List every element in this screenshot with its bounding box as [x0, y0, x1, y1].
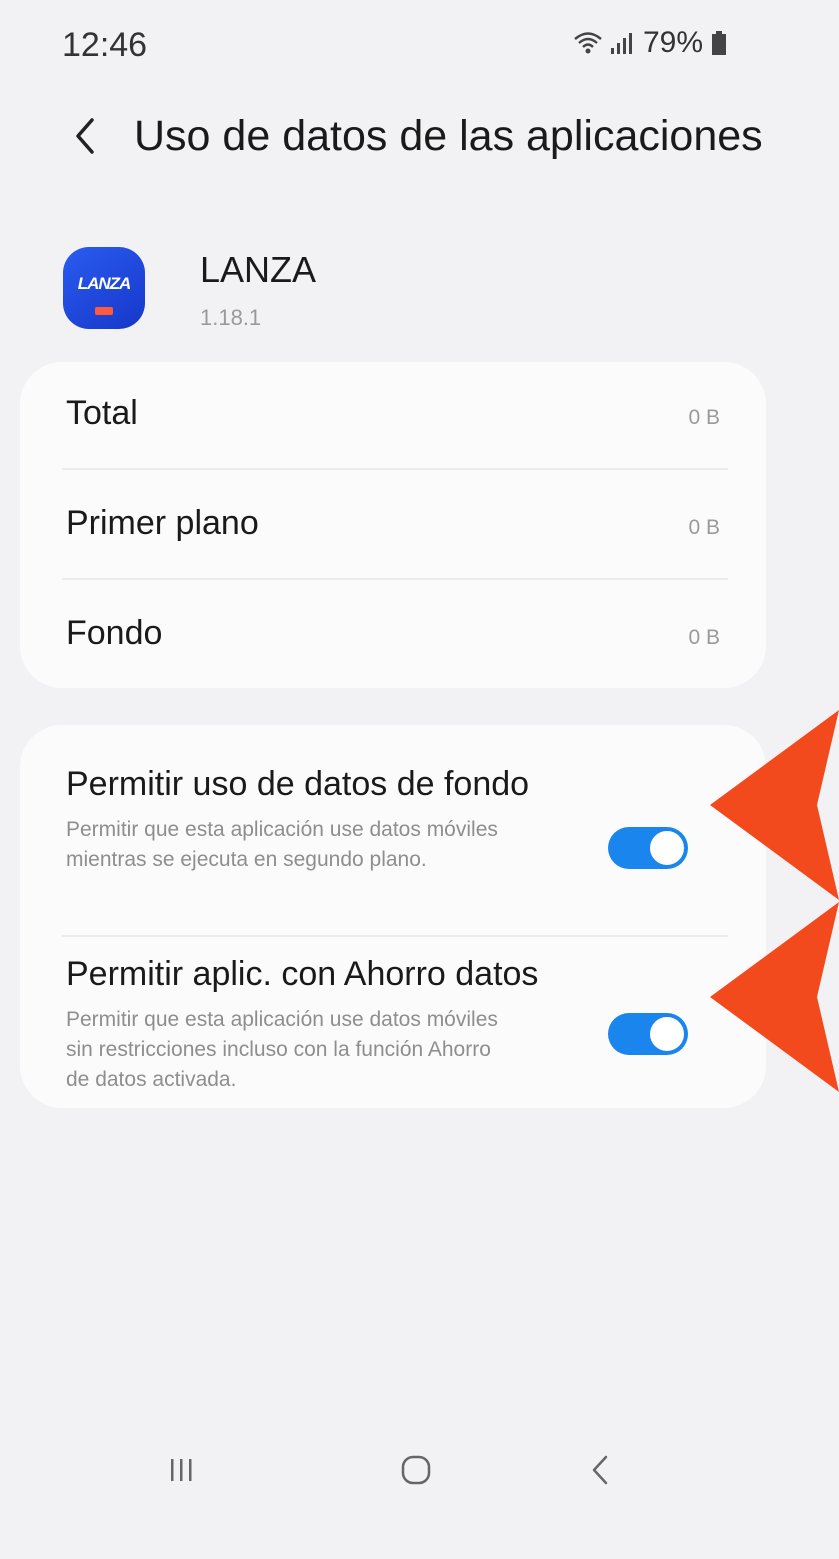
home-button[interactable] — [376, 1430, 456, 1510]
navigation-bar — [0, 1420, 839, 1520]
divider — [62, 468, 728, 470]
home-icon — [401, 1455, 431, 1485]
page-title: Uso de datos de las aplicaciones — [134, 112, 763, 160]
usage-row-total: Total 0 B — [20, 362, 766, 468]
header: Uso de datos de las aplicaciones — [0, 100, 839, 170]
back-button[interactable] — [60, 106, 110, 166]
app-name: LANZA — [200, 249, 317, 290]
app-icon-logo-text: LANZA — [77, 274, 132, 293]
battery-percent: 79% — [642, 26, 703, 59]
app-icon: LANZA — [63, 247, 145, 329]
data-permissions-card: Permitir uso de datos de fondo Permitir … — [20, 725, 766, 1108]
status-indicators: 79% — [573, 26, 727, 60]
usage-row-foreground: Primer plano 0 B — [20, 472, 766, 578]
divider — [62, 578, 728, 580]
arrow-pointer-icon — [710, 902, 839, 1092]
app-icon-badge — [95, 307, 113, 315]
status-time: 12:46 — [62, 26, 148, 64]
chevron-left-icon — [76, 118, 94, 154]
recent-apps-button[interactable] — [142, 1430, 222, 1510]
app-version: 1.18.1 — [200, 305, 262, 330]
wifi-icon — [574, 32, 602, 54]
battery-icon — [712, 31, 726, 55]
arrow-pointer-icon — [710, 710, 839, 900]
app-info: LANZA LANZA 1.18.1 — [0, 235, 839, 335]
toggle-title: Permitir aplic. con Ahorro datos — [66, 955, 539, 993]
usage-value: 0 B — [688, 406, 720, 429]
toggle-row-background-data[interactable]: Permitir uso de datos de fondo Permitir … — [20, 765, 766, 915]
toggle-row-data-saver[interactable]: Permitir aplic. con Ahorro datos Permiti… — [20, 955, 766, 1105]
background-data-switch[interactable] — [608, 827, 688, 869]
back-icon — [592, 1455, 608, 1485]
toggle-title: Permitir uso de datos de fondo — [66, 765, 530, 803]
status-icons — [573, 30, 635, 56]
usage-label: Fondo — [66, 614, 163, 652]
data-saver-switch[interactable] — [608, 1013, 688, 1055]
status-bar: 12:46 79% — [0, 0, 839, 90]
divider — [62, 935, 728, 937]
usage-row-background: Fondo 0 B — [20, 582, 766, 688]
switch-knob — [648, 829, 686, 867]
toggle-description: Permitir que esta aplicación use datos m… — [66, 818, 498, 871]
back-nav-button[interactable] — [560, 1430, 640, 1510]
signal-icon — [610, 33, 632, 54]
switch-knob — [648, 1015, 686, 1053]
usage-value: 0 B — [688, 626, 720, 649]
recent-apps-icon — [171, 1459, 192, 1481]
toggle-description: Permitir que esta aplicación use datos m… — [66, 1008, 498, 1091]
usage-label: Total — [66, 394, 138, 432]
data-usage-card: Total 0 B Primer plano 0 B Fondo 0 B — [20, 362, 766, 688]
usage-label: Primer plano — [66, 504, 259, 542]
usage-value: 0 B — [688, 516, 720, 539]
